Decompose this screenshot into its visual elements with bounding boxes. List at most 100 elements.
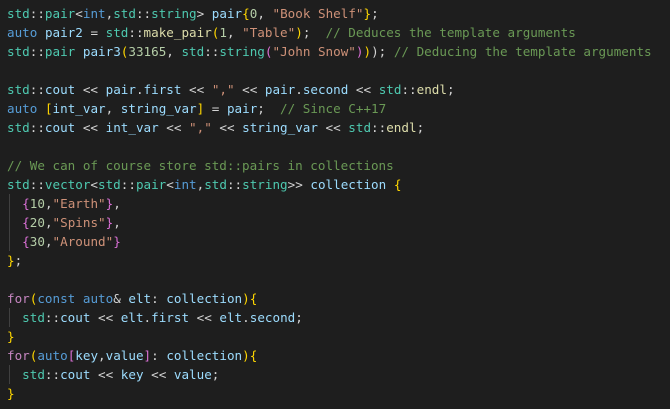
punctuation: :: (371, 120, 387, 135)
bracket: } (7, 329, 15, 344)
code-line[interactable]: {10,"Earth"}, (7, 194, 670, 213)
indent-guide (9, 308, 10, 327)
namespace-token: std (22, 367, 45, 382)
punctuation: << (234, 82, 265, 97)
identifier: int_var (52, 101, 106, 116)
function-name: endl (386, 120, 417, 135)
bracket: { (249, 291, 258, 306)
indent-guide (9, 194, 10, 213)
code-line[interactable] (7, 270, 670, 289)
namespace-token: std (204, 177, 227, 192)
identifier: elt (219, 310, 243, 325)
code-editor[interactable]: std::pair<int,std::string> pair{0, "Book… (0, 0, 670, 409)
code-line[interactable]: std::cout << int_var << "," << string_va… (7, 118, 670, 137)
string-literal: "Spins" (52, 215, 106, 230)
punctuation: :: (29, 6, 45, 21)
namespace-token: std (7, 177, 30, 192)
namespace-token: std (378, 82, 402, 97)
bracket: { (22, 234, 30, 249)
bracket: { (242, 6, 250, 21)
punctuation (75, 44, 83, 59)
namespace-token: std (7, 120, 30, 135)
code-line[interactable] (7, 61, 670, 80)
identifier: value (173, 367, 212, 382)
identifier: key (75, 348, 99, 363)
punctuation: ; (446, 82, 455, 97)
punctuation (37, 25, 45, 40)
code-line[interactable]: // We can of course store std::pairs in … (7, 156, 670, 175)
punctuation: . (295, 82, 303, 97)
identifier: key (120, 367, 144, 382)
code-line[interactable]: std::pair pair3(33165, std::string("John… (7, 42, 670, 61)
identifier: second (249, 310, 296, 325)
string-literal: "John Snow" (272, 44, 356, 59)
keyword-token: const (37, 291, 76, 306)
punctuation: , (98, 348, 106, 363)
bracket: ) (242, 291, 250, 306)
indent-guide (9, 232, 10, 251)
punctuation: ; (257, 101, 281, 116)
punctuation: << (189, 310, 220, 325)
code-line[interactable]: } (7, 384, 670, 403)
punctuation: ); (371, 44, 394, 59)
type-token: pair (44, 44, 76, 59)
code-line[interactable]: std::cout << key << value; (7, 365, 670, 384)
namespace-token: std (181, 44, 205, 59)
code-line[interactable]: std::vector<std::pair<int,std::string>> … (7, 175, 670, 194)
code-line[interactable]: for(auto[key,value]: collection){ (7, 346, 670, 365)
identifier: pair2 (44, 25, 83, 40)
indent-guide (9, 365, 10, 384)
bracket: } (7, 386, 15, 401)
namespace-token: std (7, 82, 30, 97)
code-line[interactable]: for(const auto& elt: collection){ (7, 289, 670, 308)
code-line[interactable]: auto [int_var, string_var] = pair; // Si… (7, 99, 670, 118)
punctuation: ; (211, 367, 220, 382)
bracket: } (363, 6, 372, 21)
number-literal: 20 (29, 215, 45, 230)
punctuation: ; (371, 6, 379, 21)
punctuation: ; (14, 253, 23, 268)
identifier: first (143, 82, 182, 97)
string-literal: "," (211, 82, 235, 97)
punctuation: :: (401, 82, 417, 97)
punctuation: :: (204, 44, 220, 59)
string-literal: "Table" (242, 25, 296, 40)
punctuation: :: (29, 82, 45, 97)
identifier: first (151, 310, 190, 325)
type-token: pair (135, 177, 167, 192)
code-line[interactable]: {20,"Spins"}, (7, 213, 670, 232)
code-line[interactable]: auto pair2 = std::make_pair(1, "Table");… (7, 23, 670, 42)
punctuation: ; (416, 120, 425, 135)
code-line[interactable]: std::pair<int,std::string> pair{0, "Book… (7, 4, 670, 23)
code-line[interactable] (7, 137, 670, 156)
keyword-token: auto (82, 291, 114, 306)
identifier: pair (226, 101, 258, 116)
identifier: string_var (242, 120, 318, 135)
code-line[interactable]: std::cout << pair.first << "," << pair.s… (7, 80, 670, 99)
code-line[interactable]: {30,"Around"} (7, 232, 670, 251)
punctuation: << (143, 367, 174, 382)
punctuation: < (90, 177, 99, 192)
comment: // We can of course store std::pairs in … (7, 158, 394, 173)
function-name: endl (416, 82, 447, 97)
string-literal: "," (189, 120, 212, 135)
punctuation: << (181, 82, 212, 97)
code-line[interactable]: std::cout << elt.first << elt.second; (7, 308, 670, 327)
punctuation: << (211, 120, 243, 135)
namespace-token: std (7, 44, 30, 59)
code-line[interactable]: } (7, 327, 670, 346)
identifier: cout (60, 367, 91, 382)
code-line[interactable]: }; (7, 251, 670, 270)
punctuation: :: (44, 310, 61, 325)
number-literal: 30 (29, 234, 45, 249)
control-keyword-token: for (7, 291, 30, 306)
keyword-token: int (173, 177, 197, 192)
namespace-token: std (348, 120, 372, 135)
comment: // Since C++17 (280, 101, 387, 116)
identifier: cout (60, 310, 91, 325)
string-literal: "Around" (52, 234, 114, 249)
punctuation: , (257, 6, 273, 21)
punctuation: > (196, 6, 212, 21)
punctuation: , (105, 101, 121, 116)
indent-guide (9, 213, 10, 232)
